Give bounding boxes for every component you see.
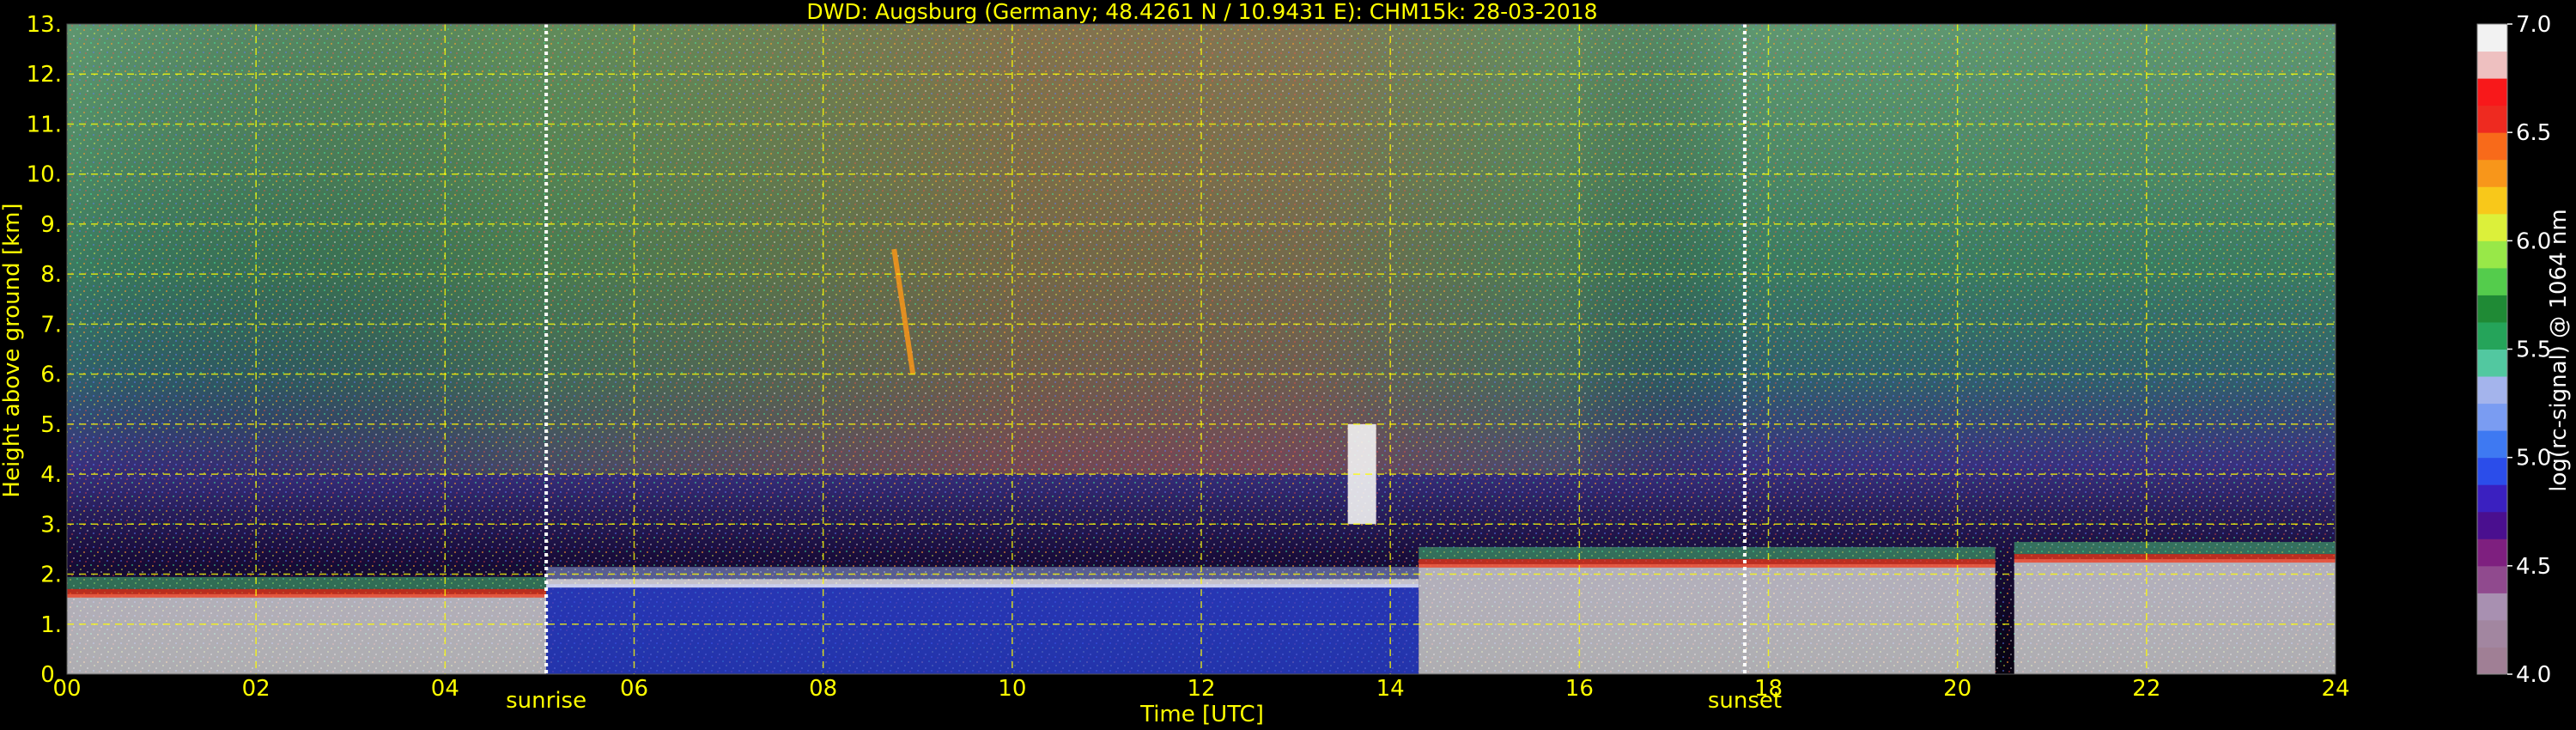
x-tick-label: 14 (1376, 676, 1405, 702)
colorbar-segment (2477, 159, 2507, 187)
colorbar-segment (2477, 78, 2507, 106)
colorbar-segment (2477, 376, 2507, 405)
y-tick-label: 12. (27, 62, 62, 88)
y-tick-label: 7. (40, 312, 62, 338)
y-tick-label: 4. (40, 462, 62, 488)
x-tick-label: 04 (431, 676, 459, 702)
y-tick-label: 9. (40, 212, 62, 238)
colorbar-segment (2477, 240, 2507, 269)
boundary-layer-edge-3 (2014, 554, 2336, 563)
x-tick-label: 12 (1187, 676, 1215, 702)
boundary-layer-2 (1419, 563, 1996, 674)
x-tick-label: 20 (1943, 676, 1971, 702)
aerosol-layer-1 (546, 584, 1419, 674)
aerosol-layer-fringe-1 (546, 567, 1419, 580)
colorbar-segment (2477, 647, 2507, 675)
y-tick-label: 13. (27, 12, 62, 38)
colorbar-segment (2477, 457, 2507, 485)
x-tick-labels: 00 02 04 06 08 10 12 14 16 18 20 22 24 (52, 676, 2349, 702)
boundary-layer-fringe-2 (1419, 546, 1996, 559)
y-tick-label: 10. (27, 162, 62, 188)
colorbar-segment (2477, 295, 2507, 323)
y-tick-label: 11. (27, 112, 62, 137)
x-axis-label: Time [UTC] (1139, 702, 1264, 727)
y-axis-label: Height above ground [km] (0, 203, 25, 497)
colorbar-segment (2477, 619, 2507, 648)
colorbar-tick-label: 4.5 (2516, 554, 2551, 580)
x-tick-label: 02 (242, 676, 270, 702)
boundary-layer-0 (67, 593, 547, 674)
chart: 0.1.2.3.4.5.6.7.8.9.10.11.12.13. 00 02 04 0… (0, 0, 2572, 727)
x-tick-label: 24 (2321, 676, 2349, 702)
colorbar-tick-label: 4.0 (2516, 662, 2551, 688)
boundary-layer-fringe-3 (2014, 542, 2336, 555)
colorbar (2476, 23, 2508, 675)
colorbar-label: log(rc-signal) @ 1064 nm (2546, 209, 2572, 491)
colorbar-segment (2477, 105, 2507, 133)
sunset-label: sunset (1708, 688, 1782, 714)
x-tick-label: 06 (620, 676, 648, 702)
colorbar-segment (2477, 349, 2507, 377)
colorbar-segment (2477, 538, 2507, 567)
x-tick-label: 08 (809, 676, 837, 702)
x-tick-label: 10 (998, 676, 1026, 702)
x-tick-label: 16 (1565, 676, 1594, 702)
y-tick-label: 5. (40, 412, 62, 438)
y-tick-label: 2. (40, 563, 62, 588)
colorbar-tick-label: 6.5 (2516, 120, 2551, 146)
boundary-layer-edge-2 (1419, 558, 1996, 568)
colorbar-segment (2477, 511, 2507, 539)
colorbar-segment (2477, 24, 2507, 52)
colorbar-segment (2477, 213, 2507, 241)
colorbar-segment (2477, 430, 2507, 459)
x-tick-label: 22 (2132, 676, 2160, 702)
y-tick-label: 1. (40, 612, 62, 638)
colorbar-segment (2477, 267, 2507, 295)
y-tick-label: 6. (40, 362, 62, 388)
colorbar-segment (2477, 186, 2507, 215)
boundary-layer-edge-0 (67, 588, 547, 598)
y-tick-label: 3. (40, 512, 62, 538)
colorbar-tick-label: 7.0 (2516, 12, 2551, 38)
colorbar-segment (2477, 403, 2507, 431)
colorbar-segment (2477, 51, 2507, 79)
colorbar-segment (2477, 593, 2507, 621)
x-tick-label: 00 (52, 676, 81, 702)
y-tick-label: 8. (40, 262, 62, 288)
sunrise-label: sunrise (506, 688, 586, 714)
colorbar-segment (2477, 321, 2507, 350)
chart-title: DWD: Augsburg (Germany; 48.4261 N / 10.9… (806, 0, 1597, 24)
colorbar-segment (2477, 565, 2507, 593)
boundary-layer-fringe-0 (67, 576, 547, 589)
boundary-layer-3 (2014, 559, 2336, 674)
aerosol-layer-edge-1 (546, 579, 1419, 588)
colorbar-tick-labels: 4.04.55.05.56.06.57.0 (2507, 12, 2551, 688)
colorbar-segment (2477, 484, 2507, 513)
colorbar-segment (2477, 132, 2507, 161)
y-tick-labels: 0.1.2.3.4.5.6.7.8.9.10.11.12.13. (27, 12, 62, 688)
